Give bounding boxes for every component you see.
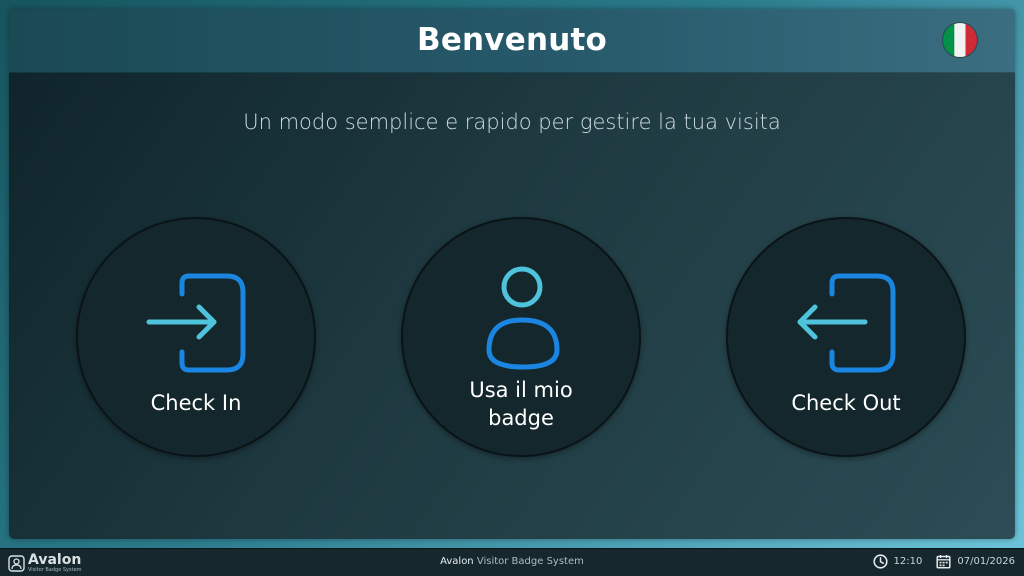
calendar-icon	[936, 555, 951, 569]
use-my-badge-label: Usa il mio badge	[469, 378, 573, 430]
use-my-badge-button[interactable]: Usa il mio badge	[401, 217, 641, 457]
time-display: 12:10	[893, 556, 923, 567]
clock-icon	[872, 554, 888, 569]
clock-area: 12:10 07/01/2026	[872, 554, 1015, 569]
app-title: Visitor Badge System	[476, 556, 584, 567]
check-in-label: Check In	[150, 391, 242, 415]
check-in-button[interactable]: Check In	[76, 217, 316, 457]
check-out-label: Check Out	[791, 391, 901, 415]
date-display: 07/01/2026	[957, 556, 1015, 567]
logo-tagline: Visitor Badge System	[28, 567, 82, 573]
app-brand: Avalon	[440, 556, 474, 567]
subtitle: Un modo semplice e rapido per gestire la…	[243, 110, 781, 134]
status-bar: Avalon Visitor Badge System Avalon Visit…	[0, 548, 1024, 576]
check-out-button[interactable]: Check Out	[726, 217, 966, 457]
italy-flag-icon[interactable]	[943, 23, 977, 57]
page-title: Benvenuto	[416, 22, 607, 58]
app-name: Avalon Visitor Badge System	[0, 556, 1024, 567]
sign-in-icon	[146, 273, 246, 373]
sign-out-icon	[797, 273, 896, 373]
header-bar: Benvenuto	[9, 9, 1015, 73]
welcome-panel: Benvenuto Un modo semplice e rapido per …	[9, 9, 1015, 539]
